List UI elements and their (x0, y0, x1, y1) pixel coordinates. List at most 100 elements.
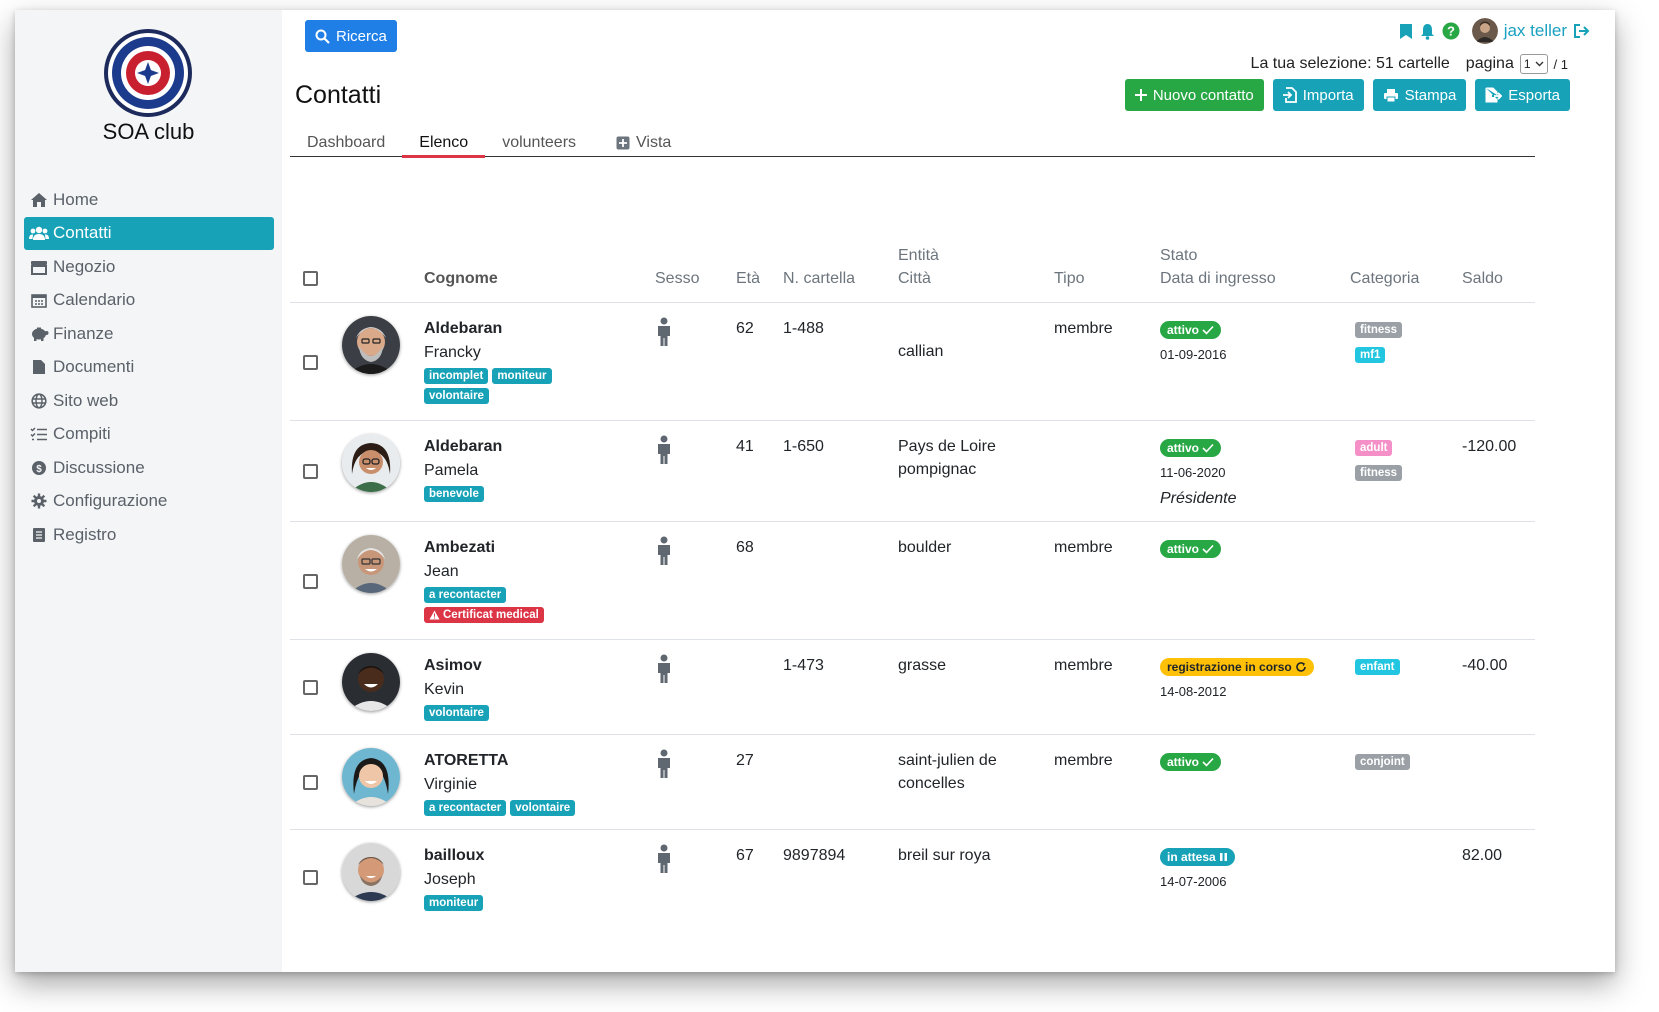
category-badge[interactable]: conjoint (1355, 754, 1410, 770)
table-row[interactable]: ATORETTA Virginie a recontacter volontai… (290, 735, 1535, 830)
tag-badge[interactable]: volontaire (424, 705, 489, 721)
sidebar-item-registro[interactable]: Registro (24, 518, 274, 551)
row-checkbox[interactable] (303, 870, 318, 885)
sidebar-item-calendario[interactable]: Calendario (24, 284, 274, 317)
category-badge[interactable]: fitness (1355, 322, 1403, 338)
bookmark-icon[interactable] (1399, 23, 1413, 40)
contact-avatar[interactable] (342, 653, 400, 711)
tag-badge[interactable]: incomplet (424, 368, 489, 384)
page-select-value: 1 (1523, 57, 1531, 71)
row-checkbox[interactable] (303, 464, 318, 479)
header-status[interactable]: Stato (1160, 247, 1197, 265)
help-icon[interactable]: ? (1442, 22, 1460, 40)
sidebar-item-finanze[interactable]: Finanze (24, 317, 274, 350)
tag-badge[interactable]: volontaire (424, 388, 489, 404)
export-button[interactable]: Esporta (1475, 79, 1570, 111)
contact-last-name[interactable]: bailloux (424, 847, 484, 865)
contact-avatar[interactable] (342, 434, 400, 492)
category-badge[interactable]: mf1 (1355, 347, 1386, 363)
tag-badge[interactable]: a recontacter (424, 800, 507, 816)
contact-age: 27 (736, 752, 754, 769)
table-row[interactable]: Aldebaran Pamela benevole 41 1-650 Pays … (290, 421, 1535, 522)
sidebar-item-sito-web[interactable]: Sito web (24, 384, 274, 417)
app-window: SOA club Home Contatti Negozio Calendari… (15, 10, 1615, 972)
header-balance[interactable]: Saldo (1462, 270, 1503, 288)
status-badge[interactable]: registrazione in corso (1160, 658, 1314, 676)
header-city[interactable]: Città (898, 270, 931, 288)
header-category[interactable]: Categoria (1350, 270, 1419, 288)
header-sex[interactable]: Sesso (655, 270, 699, 288)
import-button[interactable]: Importa (1272, 79, 1364, 111)
contact-last-name[interactable]: Aldebaran (424, 320, 564, 338)
tag-badge[interactable]: moniteur (492, 368, 552, 384)
entry-date: 14-07-2006 (1160, 874, 1227, 889)
contact-avatar[interactable] (342, 316, 400, 374)
sidebar-item-configurazione[interactable]: Configurazione (24, 485, 274, 518)
sidebar-item-home[interactable]: Home (24, 183, 274, 216)
chevron-down-icon (1535, 61, 1544, 67)
table-row[interactable]: bailloux Joseph moniteur 67 9897894 brei… (290, 830, 1535, 930)
bell-icon[interactable] (1419, 23, 1436, 40)
club-logo[interactable] (103, 28, 193, 118)
status-badge[interactable]: in attesa (1160, 848, 1235, 866)
header-type[interactable]: Tipo (1054, 270, 1085, 288)
page-select[interactable]: 1 (1519, 54, 1548, 74)
status-label: attivo (1167, 542, 1200, 556)
tab-elenco[interactable]: Elenco (402, 128, 486, 158)
header-entry-date[interactable]: Data di ingresso (1160, 270, 1276, 288)
tag-badge[interactable]: benevole (424, 486, 484, 502)
print-button[interactable]: Stampa (1372, 79, 1467, 111)
logout-icon[interactable] (1573, 23, 1590, 39)
table-row[interactable]: Aldebaran Francky incomplet moniteur vol… (290, 303, 1535, 421)
status-badge[interactable]: attivo (1160, 753, 1222, 771)
tab-dashboard[interactable]: Dashboard (290, 128, 402, 157)
user-menu[interactable]: jax teller (1471, 18, 1590, 44)
category-badge[interactable]: fitness (1355, 465, 1403, 481)
status-badge[interactable]: attivo (1160, 439, 1222, 457)
contact-first-name: Virginie (424, 776, 478, 793)
male-person-icon (658, 844, 670, 873)
sidebar-item-compiti[interactable]: Compiti (24, 418, 274, 451)
status-badge[interactable]: attivo (1160, 540, 1222, 558)
page-label: pagina (1465, 55, 1514, 72)
row-checkbox[interactable] (303, 775, 318, 790)
tab-volunteers[interactable]: volunteers (485, 128, 593, 157)
contact-avatar[interactable] (342, 843, 400, 901)
sidebar-nav: Home Contatti Negozio Calendario Finanze… (24, 183, 274, 552)
contact-last-name[interactable]: Ambezati (424, 539, 544, 557)
row-checkbox[interactable] (303, 355, 318, 370)
contact-type: membre (1054, 539, 1113, 556)
sidebar-item-negozio[interactable]: Negozio (24, 250, 274, 283)
row-checkbox[interactable] (303, 680, 318, 695)
sidebar-item-contatti[interactable]: Contatti (24, 216, 274, 250)
category-badge[interactable]: enfant (1355, 659, 1400, 675)
header-card-number[interactable]: N. cartella (783, 270, 855, 288)
status-badge[interactable]: attivo (1160, 321, 1222, 339)
contact-avatar[interactable] (342, 748, 400, 806)
table-row[interactable]: Asimov Kevin volontaire 1-473 grasse mem… (290, 640, 1535, 735)
new-contact-button[interactable]: Nuovo contatto (1124, 79, 1264, 111)
table-row[interactable]: Ambezati Jean a recontacter Certificat m… (290, 522, 1535, 640)
tasks-icon (28, 425, 50, 443)
search-button[interactable]: Ricerca (305, 20, 397, 52)
sidebar-item-discussione[interactable]: $ Discussione (24, 451, 274, 484)
header-age[interactable]: Età (736, 270, 760, 288)
tag-badge-warning[interactable]: Certificat medical (424, 607, 544, 623)
contact-last-name[interactable]: ATORETTA (424, 752, 575, 770)
tag-badge[interactable]: a recontacter (424, 587, 507, 603)
select-all-checkbox[interactable] (303, 271, 318, 286)
sidebar: SOA club Home Contatti Negozio Calendari… (15, 10, 282, 972)
contact-avatar[interactable] (342, 535, 400, 593)
tag-badge[interactable]: volontaire (510, 800, 576, 816)
status-cell: attivo (1160, 753, 1222, 771)
contact-last-name[interactable]: Asimov (424, 657, 489, 675)
tag-badge[interactable]: moniteur (424, 895, 484, 911)
row-checkbox[interactable] (303, 574, 318, 589)
sidebar-item-documenti[interactable]: Documenti (24, 351, 274, 384)
contact-last-name[interactable]: Aldebaran (424, 438, 502, 456)
contact-city: boulder (898, 539, 952, 556)
tab-vista[interactable]: Vista (599, 128, 688, 157)
header-surname[interactable]: Cognome (424, 270, 498, 288)
header-entity[interactable]: Entità (898, 247, 939, 265)
category-badge[interactable]: adult (1355, 440, 1393, 456)
